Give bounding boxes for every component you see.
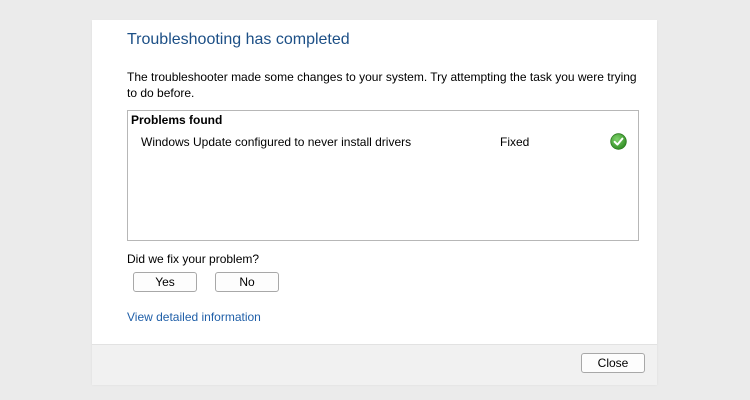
close-button[interactable]: Close (581, 353, 645, 373)
dialog-description: The troubleshooter made some changes to … (127, 70, 637, 100)
check-circle-icon (610, 133, 627, 150)
dialog-footer: Close (92, 344, 657, 385)
feedback-question: Did we fix your problem? (127, 252, 260, 266)
dialog-title: Troubleshooting has completed (127, 31, 350, 48)
problems-list: Problems found Windows Update configured… (127, 110, 639, 241)
problem-status: Fixed (500, 135, 530, 149)
troubleshooter-dialog: Troubleshooting has completed The troubl… (92, 20, 657, 385)
problem-name: Windows Update configured to never insta… (141, 135, 412, 149)
view-details-link[interactable]: View detailed information (127, 310, 261, 324)
list-item: Windows Update configured to never insta… (128, 132, 638, 152)
yes-button[interactable]: Yes (133, 272, 197, 292)
problems-header: Problems found (131, 113, 223, 127)
no-button[interactable]: No (215, 272, 279, 292)
